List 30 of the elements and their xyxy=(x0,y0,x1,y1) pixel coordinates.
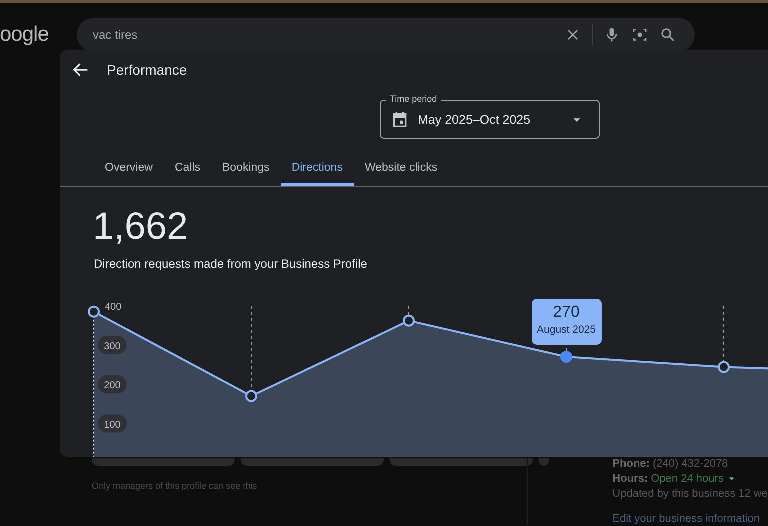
data-point xyxy=(718,361,730,374)
total-count: 1,662 xyxy=(92,205,190,249)
dialog-title: Performance xyxy=(107,62,188,78)
tab[interactable]: Directions xyxy=(280,159,354,186)
chart-tooltip: 270 August 2025 xyxy=(532,299,602,346)
data-point xyxy=(88,306,100,318)
logo-text[interactable]: oogle xyxy=(0,23,77,47)
field-label: Time period xyxy=(386,93,442,105)
tab[interactable]: Calls xyxy=(164,159,212,186)
chart-caption: Direction requests made from your Business Profile xyxy=(93,256,368,271)
y-tick-label: 100 xyxy=(104,420,122,431)
tab[interactable]: Website clicks xyxy=(354,159,449,186)
info-label: Phone: xyxy=(612,458,650,470)
search-icon[interactable] xyxy=(659,26,677,44)
camera-icon[interactable] xyxy=(631,26,649,44)
data-point xyxy=(246,390,258,402)
annotation: 270 August 2025 xyxy=(536,304,597,336)
data-point xyxy=(403,314,415,327)
y-tick-label: 300 xyxy=(104,341,122,352)
data-point xyxy=(560,351,572,364)
search-field[interactable]: vac tires xyxy=(77,18,695,52)
note-text: Only managers of this profile can see this xyxy=(92,481,258,491)
tab[interactable]: Bookings xyxy=(212,159,281,186)
axis-label: 400 xyxy=(105,302,122,313)
y-tick-label: 200 xyxy=(104,380,122,392)
info-label: Hours: xyxy=(612,473,648,485)
phone-number: (240) 432-2078 xyxy=(652,458,728,470)
hours-dropdown[interactable]: Open 24 hours xyxy=(651,473,724,485)
update-text: Updated by this business 12 we xyxy=(612,488,768,500)
tab[interactable]: Overview xyxy=(94,159,164,186)
